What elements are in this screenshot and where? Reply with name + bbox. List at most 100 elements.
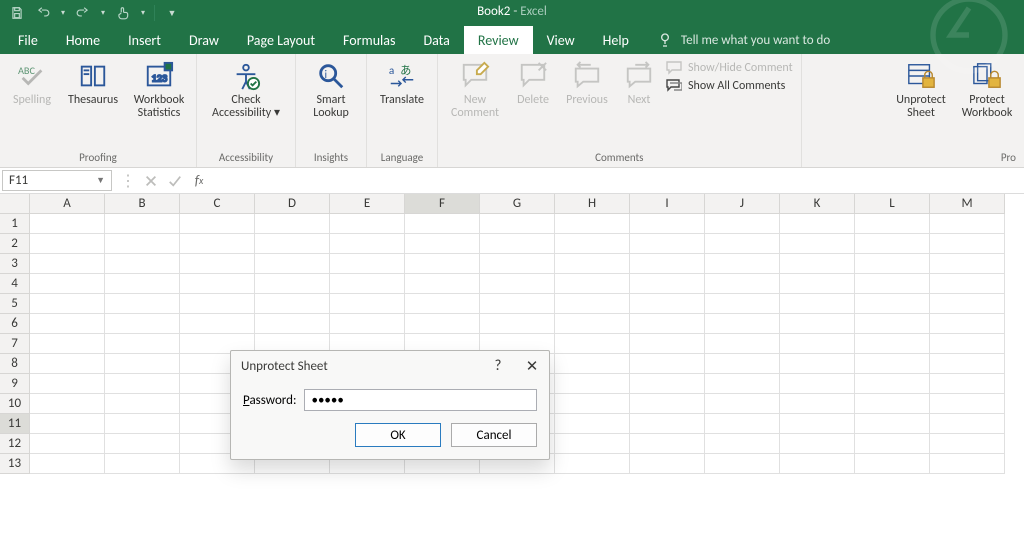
cell[interactable] [930, 234, 1005, 254]
cell[interactable] [705, 374, 780, 394]
tab-insert[interactable]: Insert [114, 26, 175, 54]
cell[interactable] [330, 294, 405, 314]
previous-comment-button[interactable]: Previous [558, 58, 616, 149]
cell[interactable] [930, 274, 1005, 294]
cell[interactable] [555, 294, 630, 314]
cell[interactable] [630, 234, 705, 254]
cell[interactable] [855, 254, 930, 274]
touch-dropdown-icon[interactable]: ▾ [138, 2, 148, 24]
cell[interactable] [105, 234, 180, 254]
cell[interactable] [930, 434, 1005, 454]
row-header[interactable]: 7 [0, 334, 30, 354]
cell[interactable] [930, 354, 1005, 374]
cell[interactable] [855, 314, 930, 334]
cell[interactable] [180, 314, 255, 334]
cell[interactable] [555, 234, 630, 254]
cell[interactable] [930, 254, 1005, 274]
password-field[interactable] [304, 389, 537, 411]
cell[interactable] [630, 354, 705, 374]
cell[interactable] [780, 314, 855, 334]
cell[interactable] [255, 274, 330, 294]
unprotect-sheet-button[interactable]: Unprotect Sheet [888, 58, 954, 149]
cell[interactable] [855, 454, 930, 474]
cell[interactable] [105, 394, 180, 414]
show-hide-comment-button[interactable]: Show/Hide Comment [666, 60, 793, 76]
tab-view[interactable]: View [533, 26, 589, 54]
tab-page-layout[interactable]: Page Layout [233, 26, 329, 54]
cell[interactable] [30, 274, 105, 294]
cell[interactable] [330, 314, 405, 334]
cell[interactable] [30, 434, 105, 454]
tab-file[interactable]: File [4, 26, 52, 54]
cell[interactable] [555, 314, 630, 334]
cell[interactable] [180, 254, 255, 274]
select-all-corner[interactable] [0, 194, 30, 214]
tell-me-search[interactable]: Tell me what you want to do [643, 26, 844, 54]
cell[interactable] [30, 354, 105, 374]
customize-qat-icon[interactable]: ▼ [161, 2, 183, 24]
smart-lookup-button[interactable]: i Smart Lookup [300, 58, 362, 149]
cell[interactable] [405, 234, 480, 254]
row-header[interactable]: 5 [0, 294, 30, 314]
tab-formulas[interactable]: Formulas [329, 26, 409, 54]
cell[interactable] [30, 214, 105, 234]
check-accessibility-button[interactable]: Check Accessibility ▾ [201, 58, 291, 149]
cell[interactable] [930, 374, 1005, 394]
cell[interactable] [780, 254, 855, 274]
cell[interactable] [630, 314, 705, 334]
cell[interactable] [480, 274, 555, 294]
cell[interactable] [330, 214, 405, 234]
cell[interactable] [405, 294, 480, 314]
cell[interactable] [630, 294, 705, 314]
cell[interactable] [30, 454, 105, 474]
cell[interactable] [555, 374, 630, 394]
cell[interactable] [405, 214, 480, 234]
cell[interactable] [780, 334, 855, 354]
new-comment-button[interactable]: New Comment [442, 58, 508, 149]
cell[interactable] [705, 254, 780, 274]
cell[interactable] [630, 254, 705, 274]
save-icon[interactable] [6, 2, 28, 24]
cell[interactable] [330, 274, 405, 294]
row-header[interactable]: 4 [0, 274, 30, 294]
cell[interactable] [255, 254, 330, 274]
row-header[interactable]: 8 [0, 354, 30, 374]
cell[interactable] [480, 314, 555, 334]
tab-home[interactable]: Home [52, 26, 114, 54]
cell[interactable] [780, 274, 855, 294]
cell[interactable] [30, 294, 105, 314]
col-header[interactable]: A [30, 194, 105, 214]
name-box-dropdown-icon[interactable]: ▼ [96, 175, 105, 186]
cell[interactable] [780, 234, 855, 254]
cell[interactable] [630, 454, 705, 474]
spelling-button[interactable]: ABC Spelling [4, 58, 60, 149]
cell[interactable] [705, 294, 780, 314]
col-header[interactable]: I [630, 194, 705, 214]
cell[interactable] [105, 214, 180, 234]
cell[interactable] [330, 254, 405, 274]
ok-button[interactable]: OK [355, 423, 441, 447]
cell[interactable] [480, 234, 555, 254]
cell[interactable] [855, 334, 930, 354]
cell[interactable] [30, 394, 105, 414]
undo-dropdown-icon[interactable]: ▾ [58, 2, 68, 24]
cell[interactable] [30, 374, 105, 394]
cell[interactable] [855, 434, 930, 454]
undo-icon[interactable] [32, 2, 54, 24]
cell[interactable] [330, 234, 405, 254]
col-header[interactable]: J [705, 194, 780, 214]
dialog-titlebar[interactable]: Unprotect Sheet ? ✕ [231, 351, 549, 381]
cell[interactable] [630, 394, 705, 414]
cell[interactable] [930, 294, 1005, 314]
cell[interactable] [105, 334, 180, 354]
cell[interactable] [555, 334, 630, 354]
tab-help[interactable]: Help [589, 26, 643, 54]
cell[interactable] [30, 254, 105, 274]
cell[interactable] [480, 294, 555, 314]
col-header[interactable]: E [330, 194, 405, 214]
row-header[interactable]: 3 [0, 254, 30, 274]
delete-comment-button[interactable]: Delete [508, 58, 558, 149]
protect-workbook-button[interactable]: Protect Workbook [954, 58, 1020, 149]
cell[interactable] [480, 254, 555, 274]
row-header[interactable]: 10 [0, 394, 30, 414]
